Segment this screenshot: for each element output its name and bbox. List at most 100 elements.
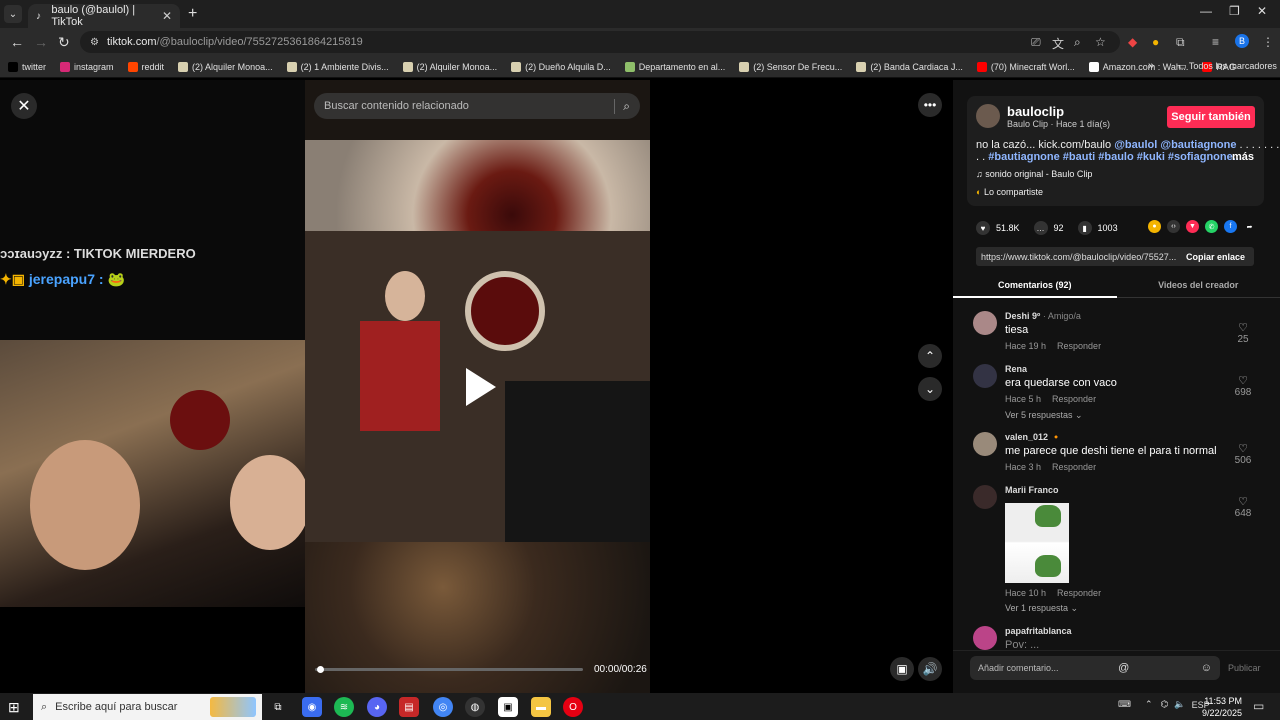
discord-icon[interactable]: ◕ — [367, 697, 387, 717]
bookmark-star-icon[interactable]: ☆ — [1095, 35, 1106, 49]
bookmark-item[interactable]: Amazon.com : Wah... — [1088, 61, 1188, 72]
comment-author[interactable]: Rena — [1005, 364, 1027, 374]
reply-button[interactable]: Responder — [1057, 341, 1101, 351]
copy-link-button[interactable]: Copiar enlace — [1186, 252, 1245, 262]
desc-hashtags[interactable]: #bautiagnone #bauti #baulo #kuki #sofiag… — [988, 151, 1242, 163]
minimize-button[interactable]: — — [1200, 4, 1212, 18]
notifications-icon[interactable]: ▭ — [1253, 699, 1264, 713]
bookmark-item[interactable]: (2) Alquiler Monoa... — [178, 61, 273, 72]
more-options-icon[interactable]: ••• — [918, 93, 942, 117]
obs-icon[interactable]: ◍ — [465, 697, 485, 717]
emoji-icon[interactable]: ☺ — [1201, 662, 1212, 674]
close-video-button[interactable]: ✕ — [11, 93, 37, 119]
video-progress-bar[interactable] — [315, 668, 583, 671]
bookmark-item[interactable]: (2) Banda Cardiaca J... — [856, 61, 963, 72]
comment-like-button[interactable]: ♡ 698 — [1231, 374, 1255, 398]
save-button[interactable]: ▮ 1003 — [1077, 221, 1118, 235]
comment-author[interactable]: valen_012 🔸 — [1005, 432, 1062, 443]
next-video-chevron-down-icon[interactable]: ⌄ — [918, 377, 942, 401]
avatar[interactable] — [973, 626, 997, 650]
site-info-icon[interactable]: ⚙ — [90, 37, 99, 48]
more-button[interactable]: más — [1232, 151, 1254, 163]
bookmark-item[interactable]: (2) Alquiler Monoa... — [402, 61, 497, 72]
close-tab-icon[interactable]: ✕ — [162, 9, 172, 23]
search-icon[interactable]: ⌕ — [614, 98, 630, 114]
bookmark-item[interactable]: (70) Minecraft Worl... — [976, 61, 1075, 72]
avatar[interactable] — [973, 364, 997, 388]
bookmark-item[interactable]: reddit — [127, 61, 164, 72]
reply-button[interactable]: Responder — [1057, 588, 1101, 598]
view-replies-button[interactable]: Ver 5 respuestas ⌄ — [1005, 410, 1083, 421]
app-icon[interactable]: ▤ — [399, 697, 419, 717]
extension-icon[interactable]: ● — [1152, 35, 1159, 49]
view-replies-button[interactable]: Ver 1 respuesta ⌄ — [1005, 603, 1078, 614]
share-arrow-icon[interactable]: ➦ — [1243, 220, 1256, 233]
coin-icon[interactable]: ● — [1148, 220, 1161, 233]
translate-icon[interactable]: 文 — [1052, 35, 1064, 52]
profile-avatar[interactable]: B — [1235, 34, 1249, 48]
windows-start-icon[interactable]: ⊞ — [8, 699, 20, 716]
back-button[interactable]: ← — [10, 34, 24, 50]
bookmark-item[interactable]: instagram — [60, 61, 114, 72]
network-icon[interactable]: ⌬ — [1161, 699, 1169, 710]
mention-icon[interactable]: @ — [1118, 662, 1129, 674]
close-window-button[interactable]: ✕ — [1257, 4, 1267, 18]
facebook-icon[interactable]: f — [1224, 220, 1237, 233]
extension-icon[interactable]: ◆ — [1128, 35, 1137, 49]
reload-button[interactable]: ↻ — [58, 34, 70, 51]
volume-icon[interactable]: 🔊 — [918, 657, 942, 681]
whatsapp-icon[interactable]: ✆ — [1205, 220, 1218, 233]
follow-button[interactable]: Seguir también — [1167, 106, 1255, 128]
menu-kebab-icon[interactable]: ⋮ — [1262, 35, 1274, 49]
comment-author[interactable]: Deshi 9º · Amigo/a — [1005, 311, 1081, 321]
tab-list-button[interactable]: ⌄ — [4, 5, 22, 23]
comment-button[interactable]: … 92 — [1033, 221, 1064, 235]
bookmark-item[interactable]: (2) Sensor De Frecu... — [739, 61, 842, 72]
copilot-icon[interactable]: ◉ — [302, 697, 322, 717]
maximize-button[interactable]: ❐ — [1229, 4, 1240, 18]
volume-icon[interactable]: 🔈 — [1174, 699, 1185, 710]
tab-creator-videos[interactable]: Videos del creador — [1116, 274, 1280, 298]
creator-username[interactable]: bauloclip — [1007, 104, 1064, 119]
bookmark-item[interactable]: (2) Dueño Alquila D... — [511, 61, 611, 72]
comment-like-button[interactable]: ♡ 25 — [1231, 321, 1255, 345]
comment-like-button[interactable]: ♡ 506 — [1231, 442, 1255, 466]
publish-button[interactable]: Publicar — [1228, 663, 1261, 673]
tray-chevron-up-icon[interactable]: ⌃ — [1145, 699, 1153, 710]
avatar[interactable] — [973, 485, 997, 509]
url-bar[interactable]: ⚙ tiktok.com /@bauloclip/video/755272536… — [80, 31, 1120, 53]
like-button[interactable]: ♥ 51.8K — [976, 221, 1020, 235]
desc-mentions[interactable]: @baulol @bautiagnone — [1114, 139, 1236, 151]
reply-button[interactable]: Responder — [1052, 462, 1096, 472]
zoom-icon[interactable]: ⌕ — [1074, 35, 1081, 50]
extensions-puzzle-icon[interactable]: ⧉ — [1176, 35, 1185, 50]
task-view-icon[interactable]: ⧉ — [268, 697, 288, 717]
epic-games-icon[interactable]: ▣ — [498, 697, 518, 717]
send-icon[interactable]: ▼ — [1186, 220, 1199, 233]
tab-comments[interactable]: Comentarios (92) — [953, 274, 1117, 298]
comment-like-button[interactable]: ♡ 648 — [1231, 495, 1255, 519]
related-search-input[interactable]: Buscar contenido relacionado ⌕ — [314, 93, 640, 119]
spotify-icon[interactable]: ≋ — [334, 697, 354, 717]
comment-input[interactable]: Añadir comentario... @ ☺ — [970, 656, 1220, 680]
embed-icon[interactable]: ‹› — [1167, 220, 1180, 233]
taskbar-clock[interactable]: 11:53 PM 9/22/2025 — [1202, 695, 1242, 719]
avatar[interactable] — [973, 311, 997, 335]
play-icon[interactable] — [466, 368, 496, 406]
more-bookmarks-chevron-icon[interactable]: » — [1148, 60, 1154, 72]
creator-avatar[interactable] — [976, 104, 1000, 128]
bookmark-item[interactable]: Departamento en al... — [624, 61, 725, 72]
forward-button[interactable]: → — [34, 34, 48, 50]
install-app-icon[interactable]: ⎚ — [1031, 35, 1041, 50]
media-control-icon[interactable]: ≡ — [1212, 35, 1219, 49]
all-bookmarks-button[interactable]: ▭ Todos los marcadores — [1178, 61, 1277, 72]
new-tab-button[interactable]: + — [188, 5, 197, 23]
sound-link[interactable]: ♫ sonido original - Baulo Clip — [976, 169, 1092, 179]
avatar[interactable] — [973, 432, 997, 456]
opera-icon[interactable]: O — [563, 697, 583, 717]
previous-video-chevron-up-icon[interactable]: ⌃ — [918, 344, 942, 368]
bookmark-item[interactable]: (2) 1 Ambiente Divis... — [286, 61, 389, 72]
chrome-icon[interactable]: ◎ — [433, 697, 453, 717]
floating-player-icon[interactable]: ▣ — [890, 657, 914, 681]
reply-button[interactable]: Responder — [1052, 394, 1096, 404]
